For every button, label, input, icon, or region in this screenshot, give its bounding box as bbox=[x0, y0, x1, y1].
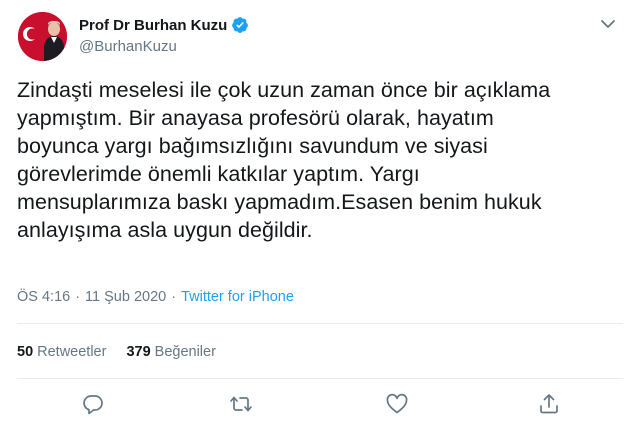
retweets-stat[interactable]: 50 Retweetler bbox=[17, 344, 106, 360]
meta-separator: · bbox=[171, 289, 177, 305]
divider bbox=[17, 378, 623, 379]
display-name[interactable]: Prof Dr Burhan Kuzu bbox=[79, 17, 227, 34]
tweet-stats: 50 Retweetler 379 Beğeniler bbox=[17, 344, 216, 360]
divider bbox=[17, 323, 623, 324]
like-count: 379 bbox=[126, 344, 151, 360]
tweet-header: Prof Dr Burhan Kuzu @BurhanKuzu bbox=[18, 12, 618, 62]
verified-badge-icon bbox=[231, 16, 249, 34]
heart-icon[interactable] bbox=[385, 392, 409, 416]
tweet-source-link[interactable]: Twitter for iPhone bbox=[181, 289, 294, 305]
reply-icon[interactable] bbox=[81, 392, 105, 416]
tweet-date[interactable]: 11 Şub 2020 bbox=[85, 289, 166, 305]
tweet-time[interactable]: ÖS 4:16 bbox=[17, 289, 70, 305]
like-label: Beğeniler bbox=[154, 344, 216, 360]
tweet-text: Zindaşti meselesi ile çok uzun zaman önc… bbox=[17, 78, 551, 242]
avatar[interactable] bbox=[18, 12, 67, 61]
share-icon[interactable] bbox=[537, 392, 561, 416]
action-bar bbox=[0, 388, 640, 422]
handle[interactable]: @BurhanKuzu bbox=[79, 38, 249, 55]
author-names: Prof Dr Burhan Kuzu @BurhanKuzu bbox=[79, 15, 249, 55]
retweet-count: 50 bbox=[17, 344, 34, 360]
retweet-label: Retweetler bbox=[37, 344, 107, 360]
retweet-icon[interactable] bbox=[229, 392, 253, 416]
chevron-down-icon[interactable] bbox=[598, 14, 618, 34]
likes-stat[interactable]: 379 Beğeniler bbox=[126, 344, 215, 360]
tweet-meta: ÖS 4:16 · 11 Şub 2020 · Twitter for iPho… bbox=[17, 289, 294, 305]
tweet-card: Prof Dr Burhan Kuzu @BurhanKuzu Zindaşti… bbox=[0, 0, 640, 429]
meta-separator: · bbox=[75, 289, 81, 305]
